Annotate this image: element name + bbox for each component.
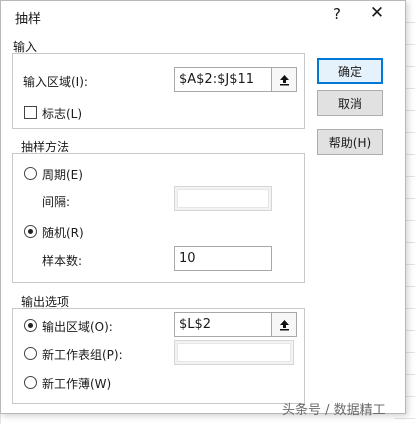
grid-line — [394, 418, 415, 419]
samples-input[interactable]: 10 — [174, 246, 272, 271]
collapse-arrow-icon — [279, 319, 289, 330]
new-sheet-label: 新工作表组(P): — [42, 348, 123, 362]
output-range-radio[interactable] — [24, 319, 37, 332]
input-range-collapse-button[interactable] — [272, 67, 297, 92]
period-label: 间隔: — [42, 195, 71, 209]
output-range-collapse-button[interactable] — [272, 312, 297, 337]
samples-label: 样本数: — [42, 254, 83, 268]
new-sheet-input[interactable] — [174, 340, 294, 365]
input-range-value: $A$2:$J$11 — [179, 72, 255, 87]
samples-value: 10 — [179, 251, 196, 266]
periodic-radio[interactable] — [24, 167, 37, 180]
random-label: 随机(R) — [42, 226, 84, 240]
help-icon[interactable]: ? — [328, 5, 346, 23]
dialog-title: 抽样 — [15, 12, 42, 27]
collapse-arrow-icon — [279, 74, 289, 85]
output-range-label: 输出区域(O): — [42, 320, 113, 334]
output-range-field[interactable]: $L$2 — [174, 312, 272, 337]
sampling-dialog: 抽样 ? ✕ 输入 输入区域(I): $A$2:$J$11 标志(L) 抽样方法… — [0, 0, 406, 414]
new-workbook-label: 新工作薄(W) — [42, 377, 112, 391]
labels-checkbox-label: 标志(L) — [42, 107, 83, 121]
watermark: 头条号 / 数据精工 — [282, 403, 386, 418]
cancel-button[interactable]: 取消 — [317, 90, 383, 116]
new-sheet-radio[interactable] — [24, 347, 37, 360]
close-icon[interactable]: ✕ — [367, 3, 387, 23]
labels-checkbox[interactable] — [24, 106, 37, 119]
output-range-value: $L$2 — [179, 317, 212, 332]
input-range-field[interactable]: $A$2:$J$11 — [174, 67, 272, 92]
help-button[interactable]: 帮助(H) — [317, 129, 383, 155]
new-workbook-radio[interactable] — [24, 376, 37, 389]
random-radio[interactable] — [24, 225, 37, 238]
ok-button[interactable]: 确定 — [317, 58, 383, 84]
input-range-label: 输入区域(I): — [23, 75, 88, 89]
period-input[interactable] — [174, 186, 272, 211]
periodic-label: 周期(E) — [42, 168, 83, 182]
